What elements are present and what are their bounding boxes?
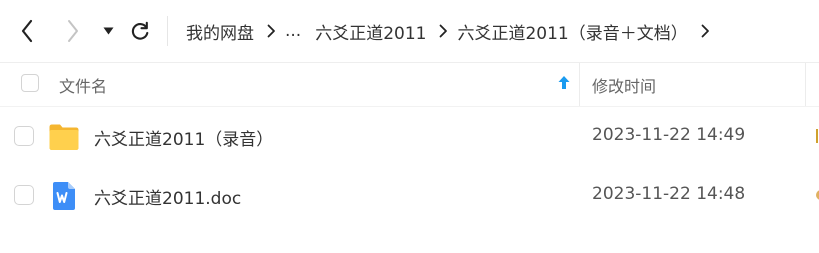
row-checkbox[interactable] [14, 185, 34, 205]
nav-divider [167, 16, 168, 46]
select-all-checkbox[interactable] [21, 74, 39, 92]
type-cell-peek [812, 129, 819, 145]
sort-ascending-icon[interactable] [557, 75, 571, 91]
table-row[interactable]: 六爻正道2011.doc 2023-11-22 14:48 [0, 166, 819, 225]
breadcrumb-level1[interactable]: 六爻正道2011 [315, 19, 426, 44]
word-doc-icon [53, 182, 75, 210]
caret-down-icon [103, 27, 113, 35]
chevron-right-icon [267, 24, 276, 38]
modified-time: 2023-11-22 14:48 [592, 184, 746, 204]
file-name[interactable]: 六爻正道2011.doc [94, 184, 241, 209]
table-row[interactable]: 六爻正道2011（录音） 2023-11-22 14:49 [0, 107, 819, 166]
history-dropdown-button[interactable] [96, 14, 120, 48]
navigation-bar: 我的网盘 ... 六爻正道2011 六爻正道2011（录音＋文档） [0, 0, 819, 62]
breadcrumb-root[interactable]: 我的网盘 [186, 19, 254, 44]
chevron-right-icon[interactable] [701, 24, 710, 38]
chevron-right-icon [439, 24, 448, 38]
breadcrumb-current[interactable]: 六爻正道2011（录音＋文档） [457, 19, 687, 44]
chevron-right-icon [68, 20, 78, 42]
file-name[interactable]: 六爻正道2011（录音） [94, 125, 273, 150]
column-header-modified[interactable]: 修改时间 [592, 73, 656, 97]
back-button[interactable] [12, 14, 42, 48]
folder-icon [49, 124, 79, 150]
breadcrumb: 我的网盘 ... 六爻正道2011 六爻正道2011（录音＋文档） [186, 16, 719, 46]
row-checkbox[interactable] [14, 126, 34, 146]
column-divider[interactable] [579, 63, 580, 106]
column-divider[interactable] [805, 63, 806, 106]
column-header-name[interactable]: 文件名 [59, 73, 107, 97]
type-cell-peek [812, 190, 819, 206]
table-header: 文件名 修改时间 [0, 63, 819, 106]
breadcrumb-ellipsis[interactable]: ... [285, 21, 301, 41]
modified-time: 2023-11-22 14:49 [592, 125, 746, 145]
refresh-button[interactable] [124, 14, 156, 48]
forward-button[interactable] [58, 14, 88, 48]
refresh-icon [131, 21, 149, 40]
chevron-left-icon [21, 19, 33, 43]
